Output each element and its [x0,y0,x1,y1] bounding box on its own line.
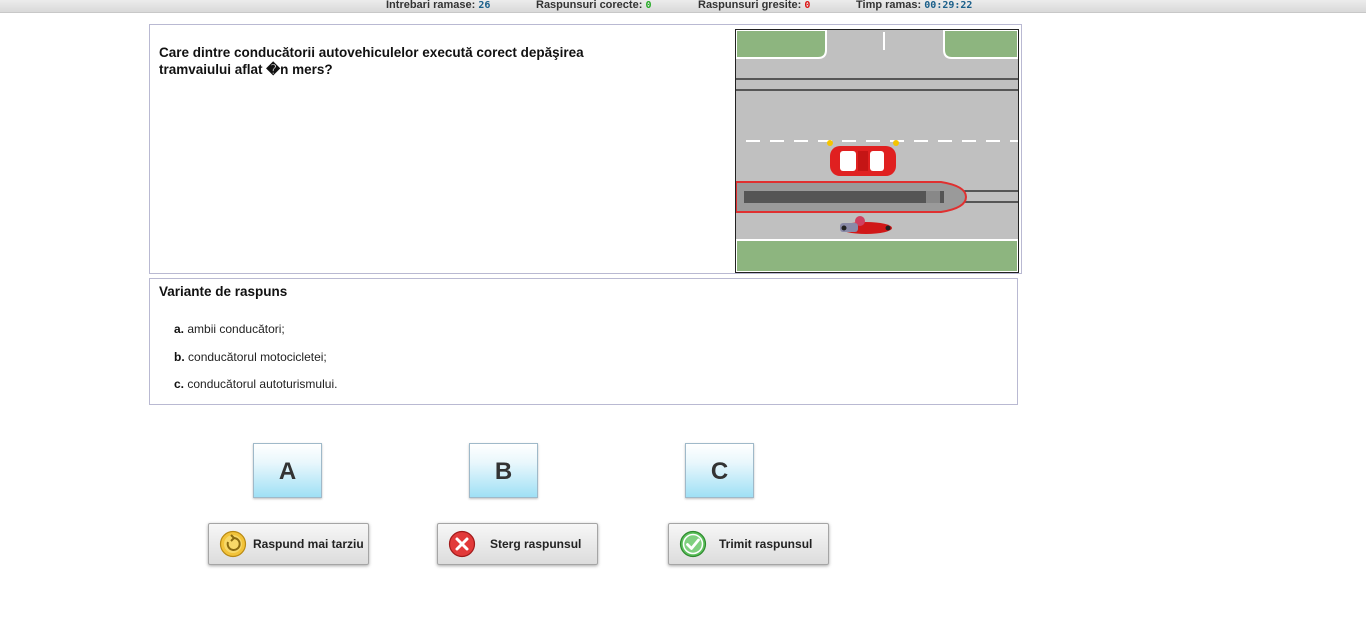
answer-later-button[interactable]: Raspund mai tarziu [208,523,369,565]
wrong-label: Raspunsuri gresite: [698,0,802,11]
time-value: 00:29:22 [924,0,973,11]
answers-title: Variante de raspuns [159,284,288,299]
answer-option-a: a. ambii conducători; [174,322,285,336]
checkmark-icon [679,530,707,558]
time-remaining: Timp ramas: 00:29:22 [856,0,972,12]
refresh-icon [219,530,247,558]
question-panel: Care dintre conducătorii autovehiculelor… [149,24,1022,274]
tram [735,181,968,213]
answer-letter: c. [174,377,185,391]
answer-option-c: c. conducătorul autoturismului. [174,377,337,391]
answer-text: conducătorul motocicletei; [188,350,327,364]
status-bar: Intrebari ramase: 26 Raspunsuri corecte:… [0,0,1366,13]
answers-panel: Variante de raspuns a. ambii conducători… [149,278,1018,405]
answer-letter: a. [174,322,185,336]
submit-answer-label: Trimit raspunsul [719,537,813,551]
answer-text: ambii conducători; [187,322,285,336]
traffic-scene-illustration [735,29,1019,273]
choice-c-button[interactable]: C [685,443,754,498]
time-label: Timp ramas: [856,0,922,11]
question-illustration [735,29,1019,273]
submit-answer-button[interactable]: Trimit raspunsul [668,523,829,565]
answer-option-b: b. conducătorul motocicletei; [174,350,327,364]
correct-value: 0 [645,0,652,11]
answer-letter: b. [174,350,185,364]
answer-later-label: Raspund mai tarziu [253,537,364,551]
answer-text: conducătorul autoturismului. [187,377,338,391]
choice-b-button[interactable]: B [469,443,538,498]
remaining-label: Intrebari ramase: [386,0,476,11]
wrong-value: 0 [804,0,811,11]
clear-answer-button[interactable]: Sterg raspunsul [437,523,598,565]
choice-a-button[interactable]: A [253,443,322,498]
wrong-answers: Raspunsuri gresite: 0 [698,0,810,12]
clear-answer-label: Sterg raspunsul [490,537,582,551]
correct-label: Raspunsuri corecte: [536,0,643,11]
delete-icon [448,530,476,558]
remaining-value: 26 [478,0,491,11]
remaining-questions: Intrebari ramase: 26 [386,0,490,12]
correct-answers: Raspunsuri corecte: 0 [536,0,651,12]
question-text: Care dintre conducătorii autovehiculelor… [159,45,584,77]
